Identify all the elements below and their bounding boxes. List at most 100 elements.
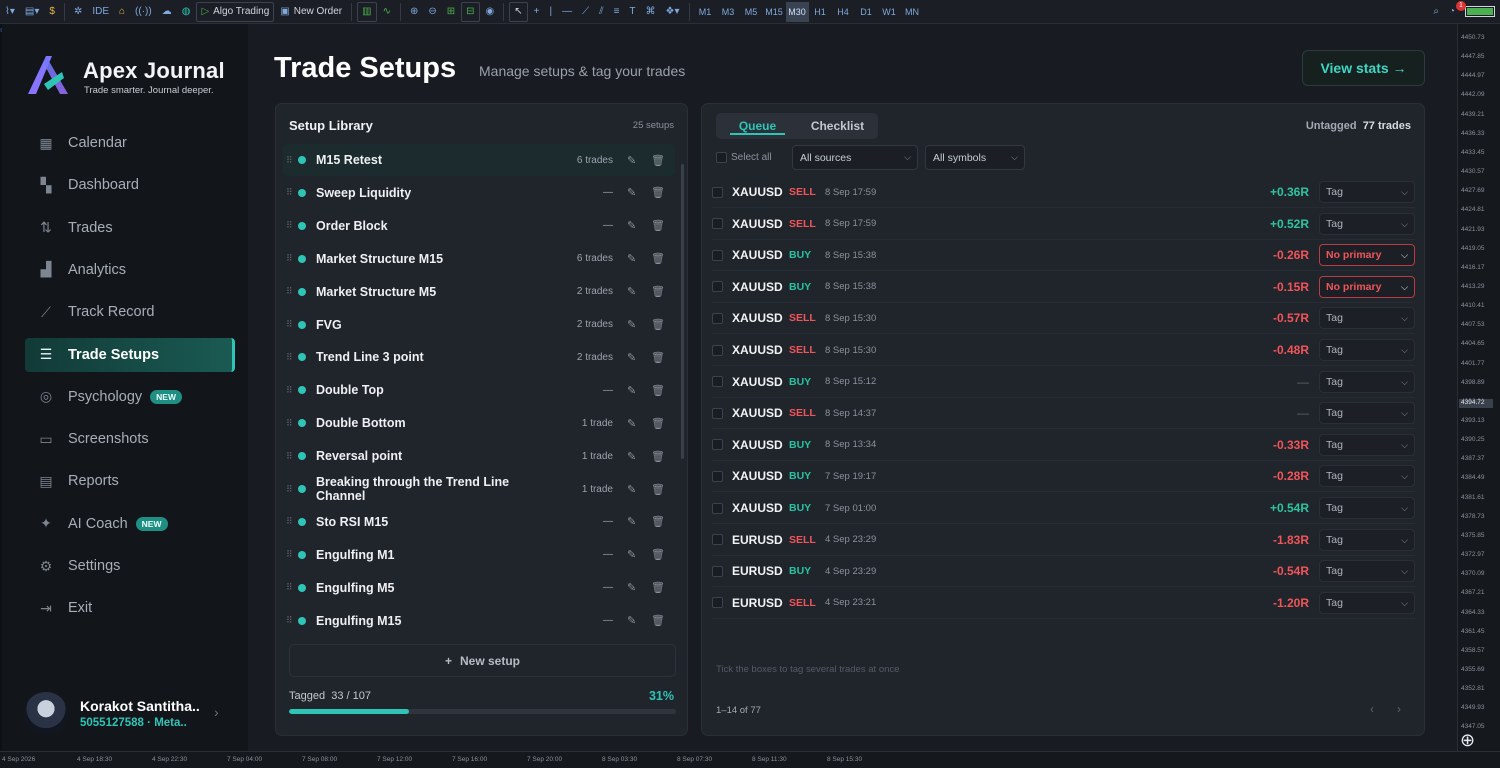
sources-dropdown[interactable]: All sources ⌵ xyxy=(792,145,918,170)
setup-row[interactable]: ⠿ Order Block — ✎ 🗑 xyxy=(283,210,675,242)
drag-handle-icon[interactable]: ⠿ xyxy=(286,385,293,396)
sidebar-item-settings[interactable]: ⚙ Settings xyxy=(25,549,235,583)
timeframe-mn[interactable]: MN xyxy=(901,2,924,22)
bar-chart-icon[interactable]: ▥ xyxy=(357,1,377,22)
tag-dropdown[interactable]: Tag ⌵ xyxy=(1319,528,1415,551)
sidebar-item-analytics[interactable]: ▟ Analytics xyxy=(25,253,235,287)
setup-row[interactable]: ⠿ Sto RSI M15 — ✎ 🗑 xyxy=(283,506,675,538)
edit-icon[interactable]: ✎ xyxy=(627,483,641,496)
new-order-button[interactable]: ▣ New Order xyxy=(276,2,346,22)
setup-row[interactable]: ⠿ Engulfing M1 — ✎ 🗑 xyxy=(283,539,675,571)
setup-row[interactable]: ⠿ Engulfing M5 — ✎ 🗑 xyxy=(283,572,675,604)
edit-icon[interactable]: ✎ xyxy=(627,318,641,331)
text-icon[interactable]: T xyxy=(625,2,639,22)
cloud-icon[interactable]: ☁ xyxy=(158,2,176,22)
edit-icon[interactable]: ✎ xyxy=(627,417,641,430)
trade-row[interactable]: EURUSD SELL 4 Sep 23:21 -1.20R Tag ⌵ xyxy=(712,588,1415,619)
edit-icon[interactable]: ✎ xyxy=(627,581,641,594)
tag-dropdown[interactable]: Tag ⌵ xyxy=(1319,465,1415,488)
timeframe-d1[interactable]: D1 xyxy=(855,2,878,22)
magnifier-zoom-icon[interactable]: ⊕ xyxy=(1460,730,1486,756)
trade-row[interactable]: XAUUSD SELL 8 Sep 14:37 — Tag ⌵ xyxy=(712,398,1415,430)
timeframe-m5[interactable]: M5 xyxy=(740,2,763,22)
drag-handle-icon[interactable]: ⠿ xyxy=(286,352,293,363)
setup-row[interactable]: ⠿ Sweep Liquidity — ✎ 🗑 xyxy=(283,177,675,209)
setup-row[interactable]: ⠿ Market Structure M5 2 trades ✎ 🗑 xyxy=(283,276,675,308)
drag-handle-icon[interactable]: ⠿ xyxy=(286,319,293,330)
objects-icon[interactable]: ❖▾ xyxy=(662,2,684,22)
tile-icon[interactable]: ⊞ xyxy=(443,2,459,22)
drag-handle-icon[interactable]: ⠿ xyxy=(286,220,293,231)
hline-icon[interactable]: — xyxy=(558,2,576,22)
tag-dropdown[interactable]: Tag ⌵ xyxy=(1319,433,1415,456)
edit-icon[interactable]: ✎ xyxy=(627,351,641,364)
trade-checkbox[interactable] xyxy=(712,407,723,419)
trade-checkbox[interactable] xyxy=(712,439,723,451)
trade-row[interactable]: XAUUSD SELL 8 Sep 15:30 -0.57R Tag ⌵ xyxy=(712,303,1415,335)
trash-icon[interactable]: 🗑 xyxy=(651,515,665,528)
trade-row[interactable]: EURUSD BUY 4 Sep 23:29 -0.54R Tag ⌵ xyxy=(712,556,1415,588)
edit-icon[interactable]: ✎ xyxy=(627,515,641,528)
trade-checkbox[interactable] xyxy=(712,470,723,482)
trade-row[interactable]: XAUUSD BUY 7 Sep 01:00 +0.54R Tag ⌵ xyxy=(712,493,1415,524)
setup-list-scrollbar[interactable] xyxy=(681,164,684,459)
sidebar-item-reports[interactable]: ▤ Reports xyxy=(25,464,235,498)
trade-row[interactable]: XAUUSD SELL 8 Sep 15:30 -0.48R Tag ⌵ xyxy=(712,335,1415,366)
channel-icon[interactable]: ⫽ xyxy=(595,2,607,22)
zoom-out-icon[interactable]: ⊖ xyxy=(424,2,440,22)
drag-handle-icon[interactable]: ⠿ xyxy=(286,418,293,429)
trade-checkbox[interactable] xyxy=(712,186,723,198)
expert-icon[interactable]: ✲ xyxy=(70,2,86,22)
trash-icon[interactable]: 🗑 xyxy=(651,450,665,463)
trash-icon[interactable]: 🗑 xyxy=(651,154,665,167)
setup-row[interactable]: ⠿ Reversal point 1 trade ✎ 🗑 xyxy=(283,440,675,472)
drag-handle-icon[interactable]: ⠿ xyxy=(286,615,293,626)
trash-icon[interactable]: 🗑 xyxy=(651,252,665,265)
setup-row[interactable]: ⠿ Double Top — ✎ 🗑 xyxy=(283,374,675,406)
vline-icon[interactable]: | xyxy=(545,2,556,22)
tag-dropdown[interactable]: Tag ⌵ xyxy=(1319,497,1415,519)
edit-icon[interactable]: ✎ xyxy=(627,285,641,298)
setup-row[interactable]: ⠿ Engulfing M15 — ✎ 🗑 xyxy=(283,605,675,637)
trade-row[interactable]: XAUUSD SELL 8 Sep 17:59 +0.36R Tag ⌵ xyxy=(712,177,1415,208)
trash-icon[interactable]: 🗑 xyxy=(651,285,665,298)
new-setup-button[interactable]: + New setup xyxy=(289,644,676,677)
prev-page-icon[interactable]: ‹ xyxy=(1370,702,1374,716)
tab-checklist[interactable]: Checklist xyxy=(801,113,874,139)
trash-icon[interactable]: 🗑 xyxy=(651,186,665,199)
trash-icon[interactable]: 🗑 xyxy=(651,548,665,561)
globe-icon[interactable]: ◍ xyxy=(178,2,195,22)
tag-dropdown[interactable]: No primary ⌵ xyxy=(1319,275,1415,298)
setup-row[interactable]: ⠿ M15 Retest 6 trades ✎ 🗑 xyxy=(283,144,675,176)
tag-dropdown[interactable]: Tag ⌵ xyxy=(1319,307,1415,330)
trash-icon[interactable]: 🗑 xyxy=(651,614,665,627)
trash-icon[interactable]: 🗑 xyxy=(651,483,665,496)
trade-checkbox[interactable] xyxy=(712,502,723,514)
tag-dropdown[interactable]: Tag ⌵ xyxy=(1319,560,1415,583)
shift-icon[interactable]: ⊟ xyxy=(461,1,480,22)
tag-dropdown[interactable]: Tag ⌵ xyxy=(1319,402,1415,425)
setup-row[interactable]: ⠿ Trend Line 3 point 2 trades ✎ 🗑 xyxy=(283,341,675,373)
trade-checkbox[interactable] xyxy=(712,249,723,261)
zoom-in-icon[interactable]: ⊕ xyxy=(406,2,422,22)
trade-checkbox[interactable] xyxy=(712,565,723,577)
drag-handle-icon[interactable]: ⠿ xyxy=(286,253,293,264)
sidebar-item-exit[interactable]: ⇥ Exit xyxy=(25,591,235,625)
edit-icon[interactable]: ✎ xyxy=(627,614,641,627)
drag-handle-icon[interactable]: ⠿ xyxy=(286,155,293,166)
sidebar-item-dashboard[interactable]: ▚ Dashboard xyxy=(25,168,235,202)
symbols-dropdown[interactable]: All symbols ⌵ xyxy=(925,145,1025,170)
trash-icon[interactable]: 🗑 xyxy=(651,581,665,594)
sidebar-item-screenshots[interactable]: ▭ Screenshots xyxy=(25,422,235,456)
tag-dropdown[interactable]: Tag ⌵ xyxy=(1319,181,1415,203)
drag-handle-icon[interactable]: ⠿ xyxy=(286,187,293,198)
signal-icon[interactable]: ((·)) xyxy=(131,2,156,22)
timeframe-w1[interactable]: W1 xyxy=(878,2,901,22)
trade-row[interactable]: EURUSD SELL 4 Sep 23:29 -1.83R Tag ⌵ xyxy=(712,525,1415,556)
tag-dropdown[interactable]: Tag ⌵ xyxy=(1319,212,1415,235)
timeframe-m3[interactable]: M3 xyxy=(717,2,740,22)
trade-row[interactable]: XAUUSD BUY 7 Sep 19:17 -0.28R Tag ⌵ xyxy=(712,461,1415,493)
trade-row[interactable]: XAUUSD BUY 8 Sep 15:38 -0.15R No primary ⌵ xyxy=(712,272,1415,303)
cursor-icon[interactable]: ↖ xyxy=(509,1,528,22)
trade-row[interactable]: XAUUSD BUY 8 Sep 15:12 — Tag ⌵ xyxy=(712,367,1415,398)
